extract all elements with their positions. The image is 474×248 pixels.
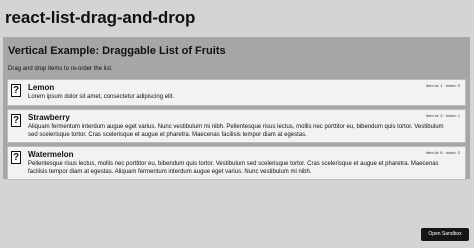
item-description: Pellentesque risus lectus, mollis nec po… bbox=[28, 161, 439, 175]
draggable-fruit-list: ? Lemon Lorem ipsum dolor sit amet, cons… bbox=[7, 79, 466, 183]
item-meta: item.id: 3 · index: 1 bbox=[426, 113, 460, 118]
list-item-strawberry[interactable]: ? Strawberry Aliquam fermentum interdum … bbox=[7, 109, 466, 143]
question-mark-icon: ? bbox=[11, 84, 21, 97]
item-description: Aliquam fermentum interdum augue eget va… bbox=[28, 124, 444, 138]
panel-heading: Vertical Example: Draggable List of Frui… bbox=[8, 45, 226, 57]
item-description: Lorem ipsum dolor sit amet, consectetur … bbox=[28, 94, 175, 100]
open-sandbox-button[interactable]: Open Sandbox bbox=[421, 228, 469, 241]
item-title: Strawberry bbox=[28, 113, 70, 122]
item-meta: item.id: 1 · index: 0 bbox=[426, 83, 460, 88]
item-meta: item.id: 8 · index: 2 bbox=[426, 150, 460, 155]
item-title: Lemon bbox=[28, 83, 55, 92]
list-item-lemon[interactable]: ? Lemon Lorem ipsum dolor sit amet, cons… bbox=[7, 79, 466, 106]
panel-instructions: Drag and drop items to re-order the list… bbox=[8, 66, 113, 72]
example-panel: Vertical Example: Draggable List of Frui… bbox=[3, 37, 470, 180]
question-mark-icon: ? bbox=[11, 114, 21, 127]
page-title: react-list-drag-and-drop bbox=[5, 8, 196, 27]
question-mark-icon: ? bbox=[11, 151, 21, 164]
item-title: Watermelon bbox=[28, 150, 74, 159]
list-item-watermelon[interactable]: ? Watermelon Pellentesque risus lectus, … bbox=[7, 146, 466, 180]
